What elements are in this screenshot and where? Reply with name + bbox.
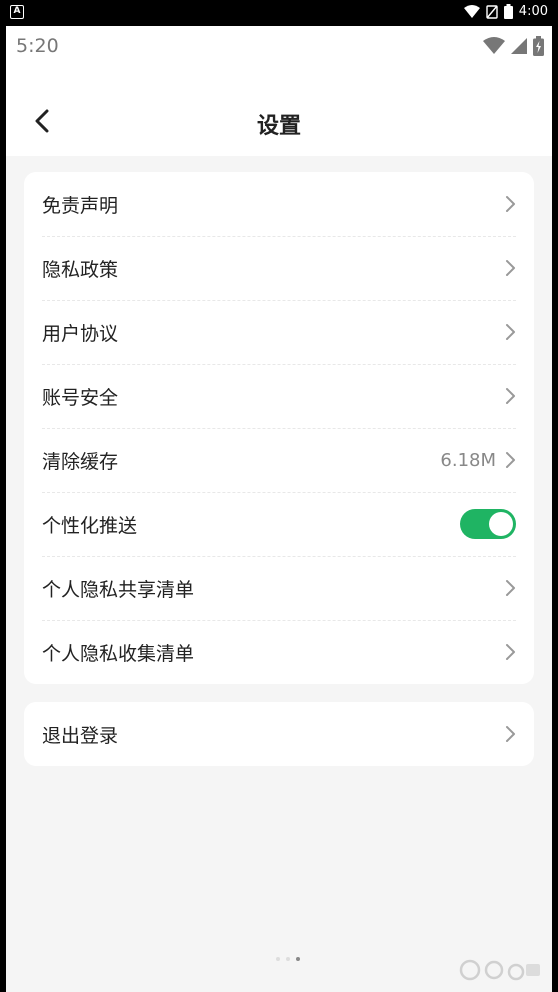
settings-item-label: 免责声明	[42, 194, 119, 217]
chevron-right-icon	[506, 644, 515, 660]
settings-item-label: 用户协议	[42, 322, 119, 345]
settings-item-privacy-sharing-list[interactable]: 个人隐私共享清单	[42, 556, 516, 620]
toggle-knob	[489, 512, 513, 536]
status-time: 5:20	[16, 35, 59, 57]
settings-item-label: 隐私政策	[42, 258, 119, 281]
page-title: 设置	[256, 114, 301, 139]
chevron-right-icon	[506, 324, 515, 340]
personalized-push-toggle[interactable]	[460, 509, 516, 539]
settings-item-label: 个人隐私收集清单	[42, 642, 195, 665]
page-dot	[286, 957, 290, 961]
chevron-right-icon	[506, 260, 515, 276]
system-status-bar: A 4:00	[0, 0, 558, 26]
phone-screen: 5:20 设置 免责声明 隐私政策 用户协议 账号安全 清除缓存 6.18M 个…	[6, 26, 552, 992]
status-icons	[483, 36, 544, 56]
settings-item-label: 清除缓存	[42, 450, 119, 473]
wifi-icon	[483, 37, 505, 54]
settings-item-label: 账号安全	[42, 386, 119, 409]
settings-item-account-security[interactable]: 账号安全	[42, 364, 516, 428]
app-status-bar: 5:20	[6, 26, 552, 68]
battery-icon	[503, 4, 513, 19]
chevron-right-icon	[506, 726, 515, 742]
system-status-icons: 4:00	[463, 4, 548, 19]
chevron-right-icon	[506, 196, 515, 212]
page-indicator	[276, 957, 300, 961]
logout-card: 退出登录	[24, 702, 534, 766]
header: 设置	[6, 68, 552, 156]
logout-button[interactable]: 退出登录	[42, 702, 516, 766]
cache-size: 6.18M	[440, 449, 496, 471]
settings-item-label: 个人隐私共享清单	[42, 578, 195, 601]
page-dot-active	[296, 957, 300, 961]
page-dot	[276, 957, 280, 961]
no-sim-icon	[486, 4, 498, 19]
settings-item-disclaimer[interactable]: 免责声明	[42, 172, 516, 236]
settings-item-clear-cache[interactable]: 清除缓存 6.18M	[42, 428, 516, 492]
chevron-right-icon	[506, 388, 515, 404]
watermark-logo	[459, 959, 540, 981]
logout-label: 退出登录	[42, 724, 119, 747]
wifi-icon	[463, 4, 480, 18]
settings-item-privacy-policy[interactable]: 隐私政策	[42, 236, 516, 300]
settings-card: 免责声明 隐私政策 用户协议 账号安全 清除缓存 6.18M 个性化推送 个人隐	[24, 172, 534, 684]
chevron-right-icon	[506, 452, 515, 468]
settings-item-personalized-push: 个性化推送	[42, 492, 516, 556]
signal-icon	[511, 38, 527, 54]
app-notification-icon: A	[10, 5, 24, 19]
settings-item-user-agreement[interactable]: 用户协议	[42, 300, 516, 364]
battery-icon	[533, 36, 544, 56]
settings-item-label: 个性化推送	[42, 514, 138, 537]
system-time: 4:00	[518, 4, 548, 19]
settings-item-privacy-collection-list[interactable]: 个人隐私收集清单	[42, 620, 516, 684]
chevron-right-icon	[506, 580, 515, 596]
